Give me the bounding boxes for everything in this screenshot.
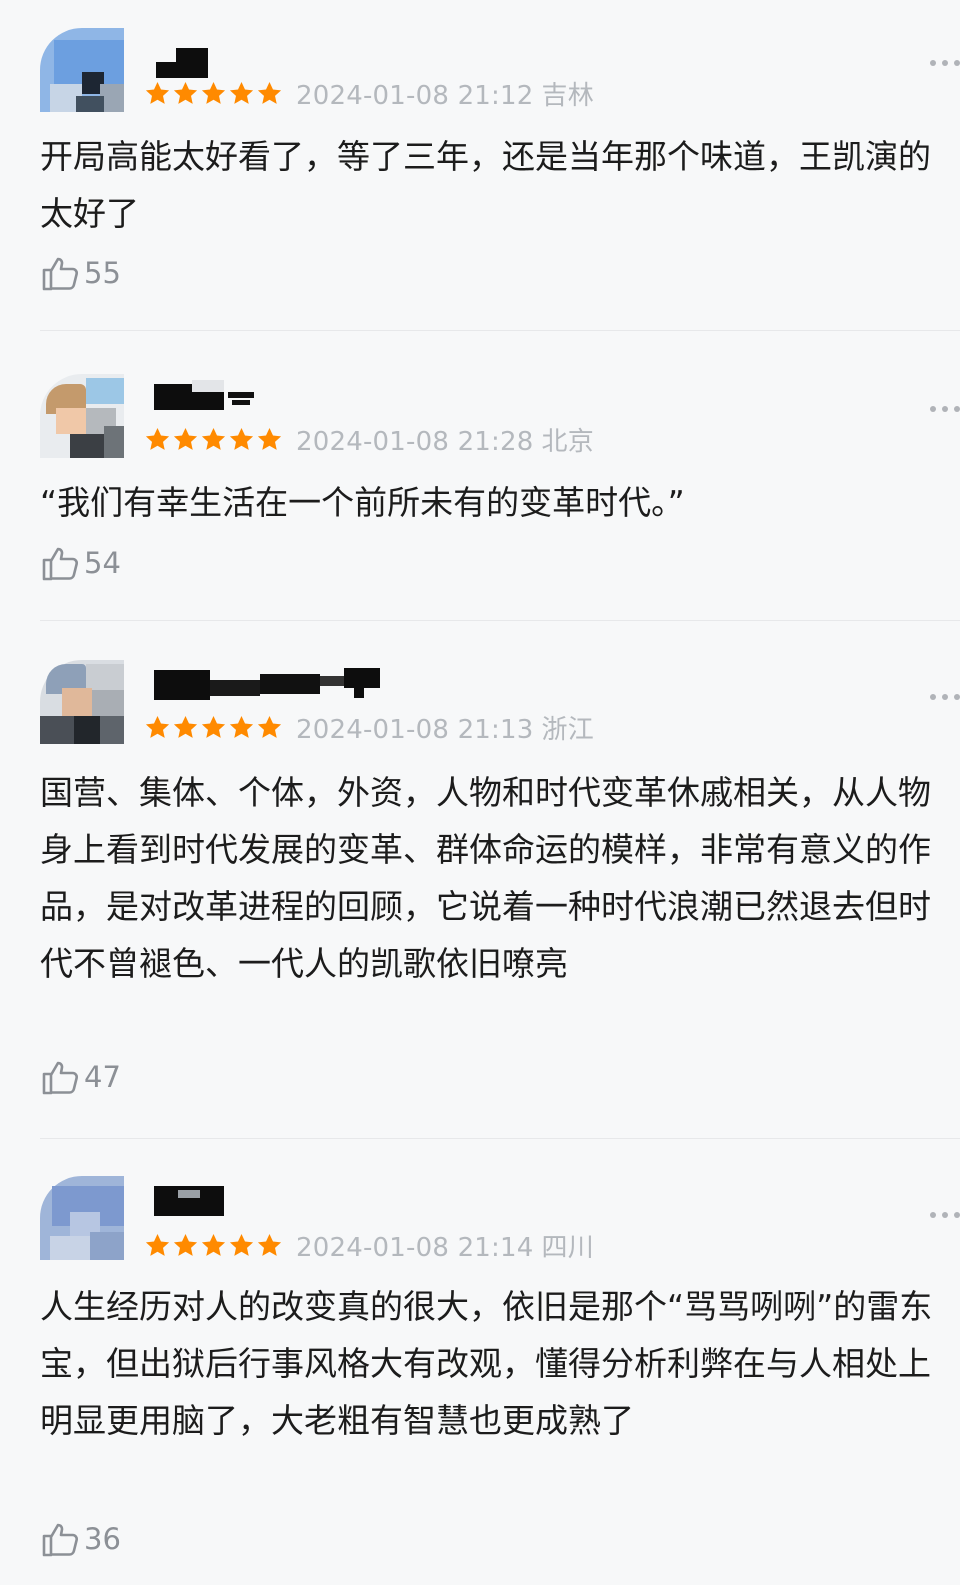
thumbs-up-icon xyxy=(42,1523,79,1557)
review-card: 2024-01-08 21:12 吉林 开局高能太好看了，等了三年，还是当年那个味… xyxy=(0,0,960,331)
avatar[interactable] xyxy=(40,660,124,744)
like-button[interactable]: 55 xyxy=(40,252,121,294)
review-location: 吉林 xyxy=(541,80,594,111)
review-card: 2024-01-08 21:13 浙江 国营、集体、个体，外资，人物和时代变革休戚… xyxy=(0,620,960,1139)
star-rating xyxy=(144,426,283,453)
star-rating xyxy=(144,80,283,107)
review-timestamp: 2024-01-08 21:14 xyxy=(296,1232,534,1263)
review-location: 四川 xyxy=(541,1232,594,1263)
star-icon xyxy=(229,1233,254,1256)
username-redacted[interactable] xyxy=(148,48,208,78)
review-timestamp: 2024-01-08 21:13 xyxy=(296,714,534,745)
review-timestamp: 2024-01-08 21:28 xyxy=(296,426,534,457)
username-redacted[interactable] xyxy=(148,380,258,410)
more-dots-icon[interactable] xyxy=(930,404,960,414)
review-text: “我们有幸生活在一个前所未有的变革时代。” xyxy=(40,483,685,522)
like-button[interactable]: 36 xyxy=(40,1518,121,1560)
review-text: 国营、集体、个体，外资，人物和时代变革休戚相关，从人物身上看到时代发展的变革、群… xyxy=(40,773,931,983)
review-feed: 2024-01-08 21:12 吉林 开局高能太好看了，等了三年，还是当年那个味… xyxy=(0,0,960,1585)
star-icon xyxy=(257,715,282,738)
more-dots-icon[interactable] xyxy=(930,1210,960,1220)
review-text: 开局高能太好看了，等了三年，还是当年那个味道，王凯演的太好了 xyxy=(40,137,931,233)
thumbs-up-icon xyxy=(42,547,79,581)
review-location: 浙江 xyxy=(541,714,594,745)
review-meta-text: 2024-01-08 21:14 四川 xyxy=(296,1227,594,1264)
more-dots-icon[interactable] xyxy=(930,692,960,702)
review-text: 人生经历对人的改变真的很大，依旧是那个“骂骂咧咧”的雷东宝，但出狱后行事风格大有… xyxy=(40,1287,933,1440)
like-button[interactable]: 54 xyxy=(40,542,121,584)
like-count: 54 xyxy=(84,546,121,580)
star-icon xyxy=(201,715,226,738)
star-icon xyxy=(257,427,282,450)
like-count: 47 xyxy=(84,1060,121,1094)
review-meta: 2024-01-08 21:28 北京 xyxy=(144,421,594,458)
username-redacted[interactable] xyxy=(148,668,384,700)
star-icon xyxy=(229,81,254,104)
like-count: 55 xyxy=(84,256,121,290)
star-icon xyxy=(201,427,226,450)
star-icon xyxy=(173,715,198,738)
star-icon xyxy=(201,1233,226,1256)
thumbs-up-icon xyxy=(42,257,79,291)
review-meta: 2024-01-08 21:14 四川 xyxy=(144,1227,594,1264)
star-icon xyxy=(173,427,198,450)
review-meta-text: 2024-01-08 21:12 吉林 xyxy=(296,75,594,112)
star-icon xyxy=(145,715,170,738)
star-icon xyxy=(229,715,254,738)
avatar[interactable] xyxy=(40,374,124,458)
username-redacted[interactable] xyxy=(148,1186,228,1216)
review-meta-text: 2024-01-08 21:13 浙江 xyxy=(296,709,594,746)
star-rating xyxy=(144,714,283,741)
star-icon xyxy=(145,427,170,450)
star-rating xyxy=(144,1232,283,1259)
thumbs-up-icon xyxy=(42,1061,79,1095)
star-icon xyxy=(257,1233,282,1256)
review-timestamp: 2024-01-08 21:12 xyxy=(296,80,534,111)
like-button[interactable]: 47 xyxy=(40,1056,121,1098)
review-meta: 2024-01-08 21:12 吉林 xyxy=(144,75,594,112)
review-location: 北京 xyxy=(541,426,594,457)
star-icon xyxy=(257,81,282,104)
more-dots-icon[interactable] xyxy=(930,58,960,68)
star-icon xyxy=(229,427,254,450)
star-icon xyxy=(145,81,170,104)
like-count: 36 xyxy=(84,1522,121,1556)
avatar[interactable] xyxy=(40,1176,124,1260)
star-icon xyxy=(173,81,198,104)
avatar[interactable] xyxy=(40,28,124,112)
star-icon xyxy=(173,1233,198,1256)
review-meta-text: 2024-01-08 21:28 北京 xyxy=(296,421,594,458)
review-meta: 2024-01-08 21:13 浙江 xyxy=(144,709,594,746)
review-card: 2024-01-08 21:14 四川 人生经历对人的改变真的很大，依旧是那个“骂… xyxy=(0,1138,960,1585)
review-card: 2024-01-08 21:28 北京 “我们有幸生活在一个前所未有的变革时代。”… xyxy=(0,330,960,621)
star-icon xyxy=(145,1233,170,1256)
star-icon xyxy=(201,81,226,104)
